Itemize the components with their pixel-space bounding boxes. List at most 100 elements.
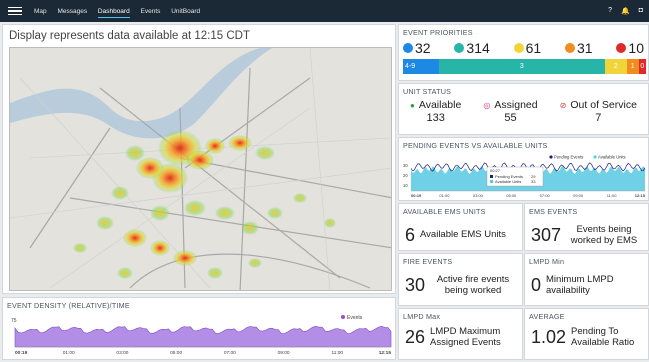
priority-bar-segment[interactable]: 3	[438, 59, 606, 74]
tile-title: AVAILABLE EMS UNITS	[403, 207, 486, 216]
pending-chart[interactable]: Pending Events Available Units 30 20 10 …	[399, 153, 648, 199]
ems-events-tile[interactable]: EMS EVENTS 307 Events being worked by EM…	[524, 203, 649, 251]
pending-title: PENDING EVENTS VS AVAILABLE UNITS	[403, 141, 548, 150]
x-tick-label: 07:00	[540, 193, 551, 198]
heatmap-map[interactable]	[9, 47, 392, 291]
pending-y-tick: 20	[403, 173, 408, 178]
tile-title: AVERAGE	[529, 312, 565, 321]
priority-value: 10	[628, 40, 644, 56]
density-area	[14, 325, 392, 348]
out-of-service-icon: ⊘	[559, 100, 567, 110]
density-legend-label: Events	[347, 315, 363, 321]
priority-dot-icon	[616, 43, 627, 53]
tile-desc: Pending To Available Ratio	[571, 326, 635, 348]
pending-y-tick: 10	[403, 183, 408, 188]
x-tick-label: 07:00	[224, 350, 236, 356]
bell-icon[interactable]: 🔔	[621, 7, 630, 15]
x-tick-label: 11:00	[607, 193, 617, 198]
unit-status-assigned[interactable]: ◎ Assigned 55	[483, 99, 537, 124]
tile-desc: Events being worked by EMS	[570, 224, 638, 246]
event-density-panel: EVENT DENSITY (RELATIVE)/TIME 75 Events …	[2, 297, 396, 360]
priority-bar-segment[interactable]: 2	[605, 59, 627, 74]
priorities-title: EVENT PRIORITIES	[403, 28, 473, 37]
unit-status-label: Available	[418, 99, 462, 111]
priority-count-3[interactable]: 31	[565, 40, 593, 56]
tile-desc: Active fire events being worked	[436, 274, 510, 296]
unit-status-panel: UNIT STATUS ● Available 133 ◎ Assigned 55 …	[398, 83, 649, 135]
priority-value: 61	[525, 40, 542, 56]
density-legend-marker	[341, 315, 345, 319]
user-icon[interactable]: ◘	[639, 7, 643, 15]
tile-title: EMS EVENTS	[529, 207, 578, 216]
nav-messages[interactable]: Messages	[57, 8, 87, 17]
unit-status-row: ● Available 133 ◎ Assigned 55 ⊘ Out of Serv…	[399, 99, 648, 124]
fire-events-tile[interactable]: FIRE EVENTS 30 Active fire events being …	[398, 253, 523, 306]
x-tick-label: 11:00	[331, 350, 343, 356]
unit-status-label: Assigned	[494, 99, 538, 111]
nav-unitboard[interactable]: UnitBoard	[171, 8, 200, 17]
tooltip-available-value: 33	[531, 179, 536, 184]
priority-bar-segment[interactable]: 4-9	[403, 59, 439, 74]
unit-status-title: UNIT STATUS	[403, 87, 452, 96]
hamburger-menu-icon[interactable]	[8, 7, 22, 15]
tile-desc: Minimum LMPD availability	[546, 274, 614, 296]
x-tick-label: 09:00	[573, 193, 584, 198]
assigned-circle-icon: ◎	[483, 100, 491, 110]
tooltip-available-label: Available Units	[495, 179, 521, 184]
pending-x-ticks: 00:19 01:00 03:00 05:00 07:00 09:00 11:00 12:15	[411, 193, 646, 198]
x-tick-label: 03:00	[116, 350, 128, 356]
x-tick-label: 05:00	[170, 350, 182, 356]
map-caption: Display represents data available at 12:…	[9, 30, 250, 42]
x-tick-label: 00:19	[411, 193, 422, 198]
available-legend-label: Available Units	[598, 155, 626, 160]
lmpd-min-tile[interactable]: LMPD Min 0 Minimum LMPD availability	[524, 253, 649, 306]
x-tick-label: 01:00	[439, 193, 450, 198]
x-tick-label: 12:15	[635, 193, 646, 198]
lmpd-max-tile[interactable]: LMPD Max 26 LMPD Maximum Assigned Events	[398, 308, 523, 360]
nav-dashboard[interactable]: Dashboard	[97, 7, 130, 18]
tile-title: LMPD Min	[529, 257, 565, 266]
available-legend-marker	[593, 155, 597, 159]
priority-count-0[interactable]: 32	[403, 40, 431, 56]
tile-value: 6	[405, 225, 416, 245]
unit-status-value: 133	[426, 112, 445, 124]
tooltip-time: 00:27	[490, 168, 501, 173]
density-title: EVENT DENSITY (RELATIVE)/TIME	[7, 301, 130, 310]
priority-count-4[interactable]: 10	[616, 40, 644, 56]
x-tick-label: 00:19	[15, 350, 28, 356]
priority-dot-icon	[513, 43, 524, 53]
tile-desc: LMPD Maximum Assigned Events	[430, 326, 501, 348]
priority-bar-segment[interactable]: 1	[626, 59, 639, 74]
available-ems-units-tile[interactable]: AVAILABLE EMS UNITS 6 Available EMS Unit…	[398, 203, 523, 251]
priority-value: 31	[577, 40, 593, 56]
priority-dot-icon	[565, 43, 575, 53]
priority-stacked-bar[interactable]: 4-9 3 2 1 0	[403, 59, 646, 74]
map-graphic	[10, 48, 391, 290]
event-priorities-panel: EVENT PRIORITIES 32 314 61 31 10 4-9 3 2 1 0	[398, 24, 649, 81]
priority-bar-segment[interactable]: 0	[638, 59, 646, 74]
help-icon[interactable]: ?	[608, 7, 612, 15]
unit-status-out-of-service[interactable]: ⊘ Out of Service 7	[560, 99, 637, 124]
tile-value: 26	[405, 327, 426, 348]
priority-count-1[interactable]: 314	[454, 40, 490, 56]
top-nav-bar: Map Messages Dashboard Events UnitBoard …	[0, 0, 649, 22]
unit-status-label: Out of Service	[570, 99, 637, 111]
priority-count-2[interactable]: 61	[513, 40, 542, 56]
density-chart[interactable]: 75 Events 00:19 01:00 03:00 05:00 07:00 09:00…	[3, 313, 395, 357]
nav-events[interactable]: Events	[141, 8, 161, 17]
available-dot-icon: ●	[410, 100, 415, 110]
nav-map[interactable]: Map	[34, 8, 47, 17]
priority-dot-icon	[454, 43, 465, 53]
average-tile[interactable]: AVERAGE 1.02 Pending To Available Ratio	[524, 308, 649, 360]
x-tick-label: 12:15	[379, 350, 392, 356]
unit-status-available[interactable]: ● Available 133	[410, 99, 461, 124]
pending-legend-label: Pending Events	[554, 155, 583, 160]
x-tick-label: 01:00	[63, 350, 75, 356]
tile-title: LMPD Max	[403, 312, 441, 321]
map-panel: Display represents data available at 12:…	[2, 24, 396, 294]
pending-vs-available-panel: PENDING EVENTS VS AVAILABLE UNITS Pendin…	[398, 137, 649, 201]
density-x-ticks: 00:19 01:00 03:00 05:00 07:00 09:00 11:00 12:15	[15, 350, 391, 356]
x-tick-label: 03:00	[473, 193, 484, 198]
tile-title: FIRE EVENTS	[403, 257, 453, 266]
priority-value: 32	[415, 40, 431, 56]
